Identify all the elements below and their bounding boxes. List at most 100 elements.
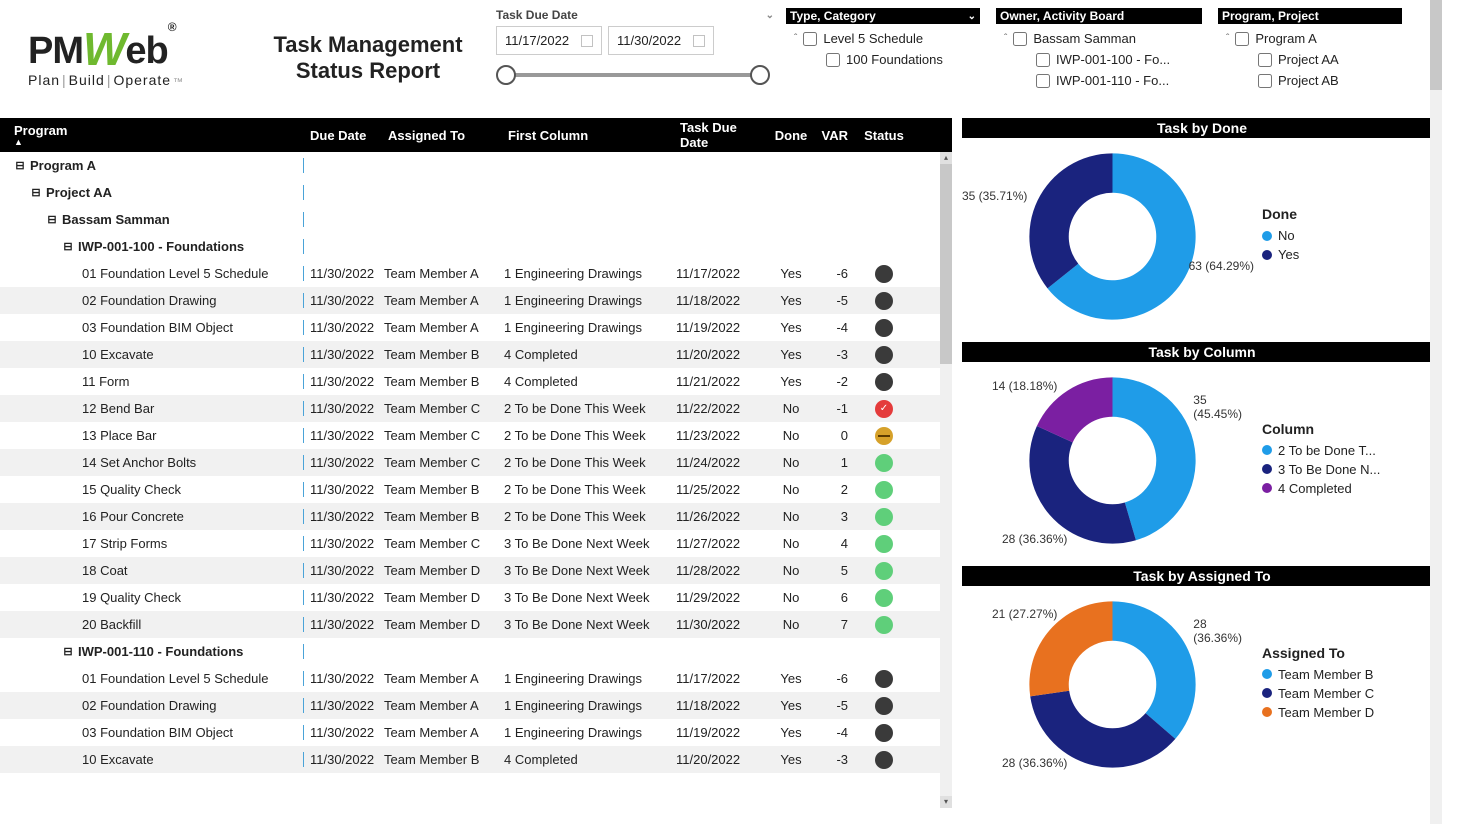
table-row[interactable]: 20 Backfill11/30/2022Team Member D3 To B… — [0, 611, 952, 638]
legend-item[interactable]: Yes — [1262, 247, 1299, 262]
status-dark-icon — [875, 319, 893, 337]
slider-thumb-right[interactable] — [750, 65, 770, 85]
col-status[interactable]: Status — [858, 128, 910, 143]
status-green-icon — [875, 454, 893, 472]
table-row[interactable]: 10 Excavate11/30/2022Team Member B4 Comp… — [0, 746, 952, 773]
status-red-icon — [875, 400, 893, 418]
caret-up-icon: ˆ — [1004, 33, 1007, 44]
collapse-icon[interactable]: ⊟ — [62, 645, 74, 658]
status-dark-icon — [875, 373, 893, 391]
table-row[interactable]: 01 Foundation Level 5 Schedule11/30/2022… — [0, 665, 952, 692]
filter-program-project: Program, Project ˆProgram A Project AA P… — [1210, 8, 1410, 114]
date-to-input[interactable]: 11/30/2022 — [608, 26, 714, 55]
table-row[interactable]: 15 Quality Check11/30/2022Team Member B2… — [0, 476, 952, 503]
vertical-scrollbar[interactable]: ▴ ▾ — [940, 152, 952, 808]
legend-item[interactable]: No — [1262, 228, 1299, 243]
legend-item[interactable]: 3 To Be Done N... — [1262, 462, 1380, 477]
status-green-icon — [875, 589, 893, 607]
scroll-up-icon[interactable]: ▴ — [940, 152, 952, 164]
table-row[interactable]: 02 Foundation Drawing11/30/2022Team Memb… — [0, 692, 952, 719]
collapse-icon[interactable]: ⊟ — [14, 159, 26, 172]
status-dark-icon — [875, 724, 893, 742]
table-row[interactable]: 03 Foundation BIM Object11/30/2022Team M… — [0, 719, 952, 746]
filter-item[interactable]: Project AB — [1218, 70, 1402, 91]
calendar-icon — [581, 35, 593, 47]
filter-item[interactable]: ˆBassam Samman — [996, 28, 1202, 49]
filter-item[interactable]: ˆProgram A — [1218, 28, 1402, 49]
date-from-input[interactable]: 11/17/2022 — [496, 26, 602, 55]
table-row[interactable]: 11 Form11/30/2022Team Member B4 Complete… — [0, 368, 952, 395]
sort-asc-icon: ▲ — [14, 138, 300, 147]
table-row[interactable]: 13 Place Bar11/30/2022Team Member C2 To … — [0, 422, 952, 449]
group-row[interactable]: ⊟ IWP-001-110 - Foundations — [0, 638, 952, 665]
task-table: Program▲ Due Date Assigned To First Colu… — [0, 118, 952, 824]
group-row[interactable]: ⊟ Program A — [0, 152, 952, 179]
table-row[interactable]: 10 Excavate11/30/2022Team Member B4 Comp… — [0, 341, 952, 368]
group-label: IWP-001-110 - Foundations — [78, 644, 243, 659]
chevron-down-icon[interactable]: ⌄ — [968, 11, 976, 22]
slider-thumb-left[interactable] — [496, 65, 516, 85]
caret-up-icon: ˆ — [794, 33, 797, 44]
table-row[interactable]: 14 Set Anchor Bolts11/30/2022Team Member… — [0, 449, 952, 476]
status-green-icon — [875, 481, 893, 499]
col-program[interactable]: Program▲ — [10, 123, 304, 147]
collapse-icon[interactable]: ⊟ — [46, 213, 58, 226]
table-row[interactable]: 02 Foundation Drawing11/30/2022Team Memb… — [0, 287, 952, 314]
chevron-down-icon[interactable]: ⌄ — [766, 10, 774, 21]
report-header: PMWeb® Plan|Build|Operate™ Task Manageme… — [0, 0, 1474, 118]
date-range-slider[interactable] — [496, 61, 770, 91]
status-dark-icon — [875, 670, 893, 688]
col-first-column[interactable]: First Column — [504, 128, 676, 143]
col-done[interactable]: Done — [768, 128, 814, 143]
col-due-date[interactable]: Due Date — [304, 128, 384, 143]
filter-task-due-date: Task Due Date⌄ 11/17/2022 11/30/2022 — [488, 8, 778, 114]
donut-chart: 35(45.45%)28 (36.36%)14 (18.18%) — [962, 373, 1262, 548]
col-var[interactable]: VAR — [814, 128, 858, 143]
table-row[interactable]: 12 Bend Bar11/30/2022Team Member C2 To b… — [0, 395, 952, 422]
filter-item[interactable]: Project AA — [1218, 49, 1402, 70]
filter-item[interactable]: 100 Foundations — [786, 49, 980, 70]
report-title: Task Management Status Report — [248, 8, 488, 114]
donut-chart: 63 (64.29%)35 (35.71%) — [962, 149, 1262, 324]
filter-item[interactable]: IWP-001-110 - Fo... — [996, 70, 1202, 91]
legend-dot-icon — [1262, 483, 1272, 493]
table-row[interactable]: 19 Quality Check11/30/2022Team Member D3… — [0, 584, 952, 611]
page-scrollbar[interactable] — [1430, 0, 1442, 824]
chart-card: Task by Assigned To28(36.36%)28 (36.36%)… — [962, 566, 1442, 782]
table-row[interactable]: 17 Strip Forms11/30/2022Team Member C3 T… — [0, 530, 952, 557]
legend-item[interactable]: Team Member C — [1262, 686, 1374, 701]
table-row[interactable]: 03 Foundation BIM Object11/30/2022Team M… — [0, 314, 952, 341]
status-dark-icon — [875, 346, 893, 364]
legend-dot-icon — [1262, 445, 1272, 455]
scroll-thumb[interactable] — [1430, 0, 1442, 90]
legend-item[interactable]: Team Member B — [1262, 667, 1374, 682]
legend-dot-icon — [1262, 231, 1272, 241]
legend-dot-icon — [1262, 464, 1272, 474]
group-row[interactable]: ⊟IWP-001-100 - Foundations — [0, 233, 952, 260]
scroll-down-icon[interactable]: ▾ — [940, 796, 952, 808]
filter-item[interactable]: IWP-001-100 - Fo... — [996, 49, 1202, 70]
chart-title: Task by Assigned To — [962, 566, 1442, 586]
group-row[interactable]: ⊟Bassam Samman — [0, 206, 952, 233]
status-dark-icon — [875, 265, 893, 283]
filter-owner-board: Owner, Activity Board ˆBassam Samman IWP… — [988, 8, 1210, 114]
col-task-due-date[interactable]: Task Due Date — [676, 120, 768, 150]
legend-item[interactable]: 2 To be Done T... — [1262, 443, 1380, 458]
legend-item[interactable]: Team Member D — [1262, 705, 1374, 720]
table-row[interactable]: 18 Coat11/30/2022Team Member D3 To Be Do… — [0, 557, 952, 584]
table-row[interactable]: 16 Pour Concrete11/30/2022Team Member B2… — [0, 503, 952, 530]
legend-item[interactable]: 4 Completed — [1262, 481, 1380, 496]
logo-text: PMWeb® — [28, 20, 248, 74]
scroll-thumb[interactable] — [940, 164, 952, 364]
col-assigned[interactable]: Assigned To — [384, 128, 504, 143]
table-row[interactable]: 01 Foundation Level 5 Schedule11/30/2022… — [0, 260, 952, 287]
filter-type-category: Type, Category⌄ ˆLevel 5 Schedule 100 Fo… — [778, 8, 988, 114]
group-row[interactable]: ⊟Project AA — [0, 179, 952, 206]
legend-dot-icon — [1262, 669, 1272, 679]
group-label: Program A — [30, 158, 96, 173]
chart-title: Task by Column — [962, 342, 1442, 362]
filter-item[interactable]: ˆLevel 5 Schedule — [786, 28, 980, 49]
table-body: ⊟Program A⊟Project AA⊟Bassam Samman⊟IWP-… — [0, 152, 952, 808]
collapse-icon[interactable]: ⊟ — [30, 186, 42, 199]
collapse-icon[interactable]: ⊟ — [62, 240, 74, 253]
